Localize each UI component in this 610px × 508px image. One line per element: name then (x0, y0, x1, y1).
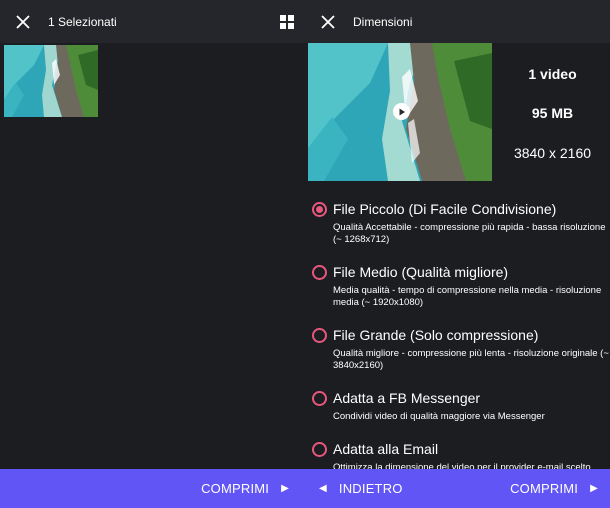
video-size: 95 MB (531, 105, 574, 121)
radio-messenger[interactable] (312, 391, 327, 406)
video-thumbnail[interactable] (4, 45, 98, 117)
option-description: Media qualità - tempo di compressione ne… (333, 285, 602, 308)
app-root: 1 Selezionati COMPRIMI ▶ Dimensioni 1 vi… (0, 0, 610, 508)
video-count: 1 video (528, 66, 577, 82)
play-button[interactable] (393, 103, 410, 120)
size-topbar: Dimensioni (305, 0, 610, 43)
grid-view-button[interactable] (277, 12, 297, 32)
compress-label: COMPRIMI (510, 481, 579, 496)
close-selection-button[interactable] (0, 0, 46, 43)
option-title: File Piccolo (Di Facile Condivisione) (333, 201, 557, 217)
radio-large-file[interactable] (312, 328, 327, 343)
radio-small-file[interactable] (312, 202, 327, 217)
back-button[interactable]: ◀ INDIETRO (319, 481, 403, 496)
arrow-right-icon: ▶ (281, 483, 289, 494)
size-panel: Dimensioni 1 video 95 MB 3840 x 2160 Fil… (305, 0, 610, 508)
option-small-text: File Piccolo (Di Facile Condivisione) Qu… (333, 200, 610, 246)
option-description: Qualità migliore - compressione più lent… (333, 348, 609, 371)
option-medium-file[interactable]: File Medio (Qualità migliore) Media qual… (312, 263, 610, 326)
close-size-button[interactable] (305, 0, 351, 43)
option-small-file[interactable]: File Piccolo (Di Facile Condivisione) Qu… (312, 200, 610, 263)
option-title: File Medio (Qualità migliore) (333, 264, 509, 280)
compress-button[interactable]: COMPRIMI ▶ (510, 481, 598, 496)
selection-title: 1 Selezionati (48, 14, 117, 29)
compress-label: COMPRIMI (201, 481, 270, 496)
option-title: File Grande (Solo compressione) (333, 327, 539, 343)
size-options-list: File Piccolo (Di Facile Condivisione) Qu… (312, 200, 610, 500)
selection-bottombar: COMPRIMI ▶ (0, 469, 305, 508)
option-medium-text: File Medio (Qualità migliore) Media qual… (333, 263, 610, 309)
arrow-left-icon: ◀ (319, 483, 327, 494)
size-bottombar: ◀ INDIETRO COMPRIMI ▶ (305, 469, 610, 508)
coastline-image (4, 45, 98, 117)
radio-email[interactable] (312, 442, 327, 457)
option-title: Adatta a FB Messenger (333, 390, 481, 406)
compress-button[interactable]: COMPRIMI ▶ (201, 481, 289, 496)
option-messenger-text: Adatta a FB Messenger Condividi video di… (333, 389, 610, 423)
play-icon (399, 108, 405, 115)
option-title: Adatta alla Email (333, 441, 439, 457)
selection-panel: 1 Selezionati COMPRIMI ▶ (0, 0, 305, 508)
arrow-right-icon: ▶ (590, 483, 598, 494)
selection-topbar: 1 Selezionati (0, 0, 305, 43)
video-resolution: 3840 x 2160 (513, 145, 592, 161)
size-title: Dimensioni (353, 14, 413, 29)
video-preview[interactable] (308, 43, 492, 181)
option-description: Condividi video di qualità maggiore via … (333, 411, 545, 422)
radio-medium-file[interactable] (312, 265, 327, 280)
option-description: Qualità Accettabile - compressione più r… (333, 222, 606, 245)
option-messenger[interactable]: Adatta a FB Messenger Condividi video di… (312, 389, 610, 440)
option-large-file[interactable]: File Grande (Solo compressione) Qualità … (312, 326, 610, 389)
close-icon (321, 14, 335, 29)
grid-icon (280, 15, 294, 29)
option-large-text: File Grande (Solo compressione) Qualità … (333, 326, 610, 372)
close-icon (16, 14, 30, 29)
back-label: INDIETRO (338, 481, 403, 496)
